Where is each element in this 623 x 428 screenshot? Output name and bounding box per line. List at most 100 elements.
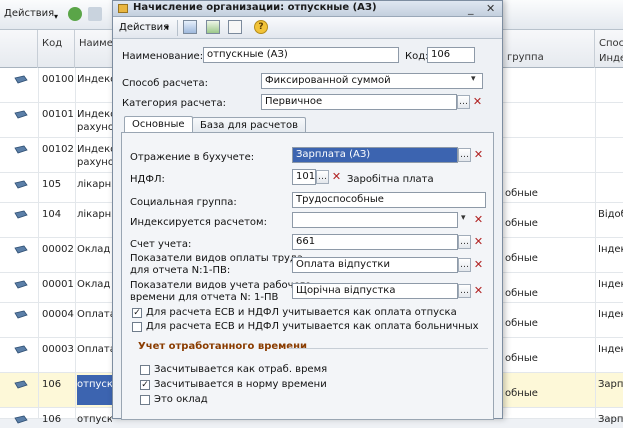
row-name-cell-line2: рахунок (77, 122, 112, 133)
indexed-field[interactable] (292, 212, 458, 228)
pay-indicators-field[interactable]: Оплата відпустки (292, 257, 458, 273)
time-indicators-select-button[interactable]: … (458, 284, 471, 298)
indexed-dropdown-icon[interactable]: ▾ (461, 213, 466, 223)
is-salary-label: Это оклад (154, 394, 208, 405)
name-label: Наименование: (122, 51, 204, 62)
add-icon[interactable] (68, 7, 82, 21)
time-indicators-label-line1: Показатели видов учета рабочего (130, 280, 312, 291)
accounting-clear-icon[interactable]: ✕ (472, 148, 485, 162)
esv-sick-label: Для расчета ЕСВ и НДФЛ учитывается как о… (146, 321, 479, 332)
row-type-icon (14, 245, 28, 255)
dialog-actions-menu[interactable]: Действия (119, 22, 169, 33)
time-indicators-field[interactable]: Щорічна відпустка (292, 283, 458, 299)
dialog-titlebar[interactable]: Начисление организации: отпускные (АЗ) _… (113, 1, 502, 17)
indexed-clear-icon[interactable]: ✕ (472, 213, 485, 227)
row-type-icon (14, 415, 28, 425)
list-actions-chevron-icon: ▾ (54, 12, 59, 21)
time-indicators-clear-icon[interactable]: ✕ (472, 284, 485, 298)
esv-sick-checkbox[interactable] (132, 322, 142, 332)
indexed-label: Индексируется расчетом: (130, 217, 267, 228)
worked-time-section-title: Учет отработанного времени (138, 341, 308, 352)
row-type-icon (14, 210, 28, 220)
account-select-button[interactable]: … (458, 235, 471, 249)
col-method-header[interactable]: Спос Инде (595, 30, 623, 68)
is-salary-checkbox[interactable] (140, 395, 150, 405)
window-icon (118, 4, 128, 13)
ndfl-select-button[interactable]: … (316, 170, 329, 184)
dialog-actions-chevron-icon: ▾ (165, 23, 170, 32)
accounting-label: Отражение в бухучете: (130, 152, 255, 163)
write-and-close-icon[interactable] (206, 20, 220, 34)
copy-icon[interactable] (88, 7, 102, 21)
row-code-cell: 00002 (42, 244, 74, 255)
row-index-cell: Індек (598, 244, 623, 255)
row-index-cell: Зарпл (598, 414, 623, 425)
counted-norm-label: Засчитывается в норму времени (154, 379, 327, 390)
calc-category-select-button[interactable]: … (457, 95, 470, 109)
ndfl-label: НДФЛ: (130, 174, 165, 185)
row-name-cell: Оклад г (77, 244, 112, 255)
row-group-cell: обные (505, 288, 538, 299)
row-name-cell: отпускн (77, 375, 112, 405)
row-type-icon (14, 180, 28, 190)
grid-line (38, 68, 39, 419)
social-group-field[interactable]: Трудоспособные (292, 192, 486, 208)
help-icon[interactable]: ? (254, 20, 268, 34)
row-name-cell: Индекса (77, 74, 112, 85)
row-name-cell: отпускн (77, 414, 112, 425)
list-actions-menu[interactable]: Действия (4, 8, 54, 19)
close-icon[interactable]: ✕ (486, 2, 495, 15)
account-field[interactable]: 661 (292, 234, 458, 250)
accounting-select-button[interactable]: … (458, 148, 471, 162)
accrual-dialog: Начисление организации: отпускные (АЗ) _… (112, 0, 503, 420)
row-index-cell: Індек (598, 279, 623, 290)
row-code-cell: 106 (42, 414, 62, 425)
pay-indicators-label-line2: для отчета N:1-ПВ: (130, 265, 231, 276)
ndfl-code-field[interactable]: 101 (292, 169, 316, 185)
account-label: Счет учета: (130, 239, 192, 250)
row-group-cell: обные (505, 188, 538, 199)
save-icon[interactable] (183, 20, 197, 34)
name-field[interactable]: отпускные (АЗ) (203, 47, 399, 63)
counted-worked-checkbox[interactable] (140, 365, 150, 375)
row-code-cell: 106 (42, 379, 62, 390)
ndfl-clear-icon[interactable]: ✕ (330, 170, 343, 184)
row-group-cell: обные (505, 253, 538, 264)
pay-indicators-label-line1: Показатели видов оплаты труда (130, 253, 304, 264)
col-group-header[interactable]: группа (503, 30, 595, 68)
row-type-icon (14, 75, 28, 85)
row-code-cell: 104 (42, 209, 62, 220)
account-clear-icon[interactable]: ✕ (472, 235, 485, 249)
row-code-cell: 00004 (42, 309, 74, 320)
calc-method-select[interactable]: Фиксированной суммой (261, 73, 483, 89)
calc-category-clear-icon[interactable]: ✕ (471, 95, 484, 109)
code-field[interactable]: 106 (427, 47, 475, 63)
ndfl-description: Заробітна плата (347, 174, 434, 185)
col-name-header[interactable]: Наимен (75, 30, 119, 68)
pay-indicators-clear-icon[interactable]: ✕ (472, 258, 485, 272)
calc-category-field[interactable]: Первичное (261, 94, 457, 110)
row-name-cell: Индекса (77, 144, 112, 155)
code-label: Код: (405, 51, 429, 62)
calc-method-dropdown-icon[interactable]: ▾ (471, 74, 476, 84)
row-name-cell: лікарня (77, 209, 112, 220)
grid-line (595, 68, 596, 419)
row-code-cell: 00003 (42, 344, 74, 355)
counted-norm-checkbox[interactable]: ✓ (140, 380, 150, 390)
row-code-cell: 00100 (42, 74, 74, 85)
row-index-cell: Відоб (598, 209, 623, 220)
row-name-cell: Оплата (77, 344, 112, 355)
col-method-title: Спос (599, 38, 623, 49)
counted-worked-label: Засчитывается как отраб. время (154, 364, 328, 375)
row-type-icon (14, 110, 28, 120)
document-icon[interactable] (228, 20, 242, 34)
minimize-icon[interactable]: _ (468, 2, 474, 15)
esv-vacation-checkbox[interactable]: ✓ (132, 308, 142, 318)
row-group-cell: обные (505, 388, 538, 399)
row-index-cell: Індек (598, 309, 623, 320)
col-icon-header[interactable] (0, 30, 38, 68)
col-code-header[interactable]: Код (38, 30, 75, 68)
pay-indicators-select-button[interactable]: … (458, 258, 471, 272)
row-group-cell: обные (505, 353, 538, 364)
accounting-field[interactable]: Зарплата (АЗ) (292, 147, 458, 163)
